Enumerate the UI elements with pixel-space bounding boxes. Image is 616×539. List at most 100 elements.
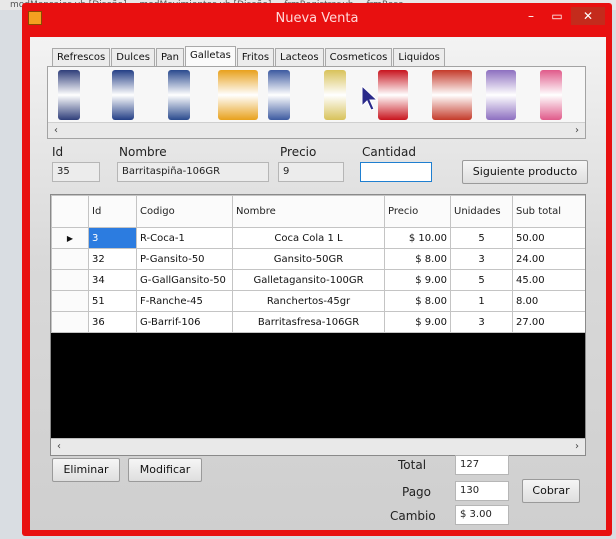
product-thumbnail[interactable]	[432, 70, 472, 120]
maximize-button[interactable]: ▭	[545, 7, 569, 25]
cell-nombre[interactable]: Ranchertos-45gr	[232, 290, 385, 312]
cell-id[interactable]: 32	[88, 248, 137, 270]
row-header[interactable]: ▶	[51, 227, 89, 249]
product-thumbnail[interactable]	[58, 70, 80, 120]
row-header[interactable]	[51, 311, 89, 333]
pago-field[interactable]: 130	[455, 481, 509, 501]
cell-unidades[interactable]: 5	[450, 227, 513, 249]
minimize-button[interactable]: –	[519, 7, 543, 25]
title-bar[interactable]: Nueva Venta – ▭ ✕	[22, 3, 612, 35]
current-row-arrow-icon: ▶	[66, 233, 74, 243]
venta-table: Id Codigo Nombre Precio Unidades Sub tot…	[51, 195, 585, 333]
product-thumbnail[interactable]	[540, 70, 562, 120]
cell-codigo[interactable]: P-Gansito-50	[136, 248, 233, 270]
grid-scrollbar[interactable]: ‹ ›	[51, 438, 585, 455]
product-thumbnail[interactable]	[324, 70, 346, 120]
cell-nombre[interactable]: Coca Cola 1 L	[232, 227, 385, 249]
cell-codigo[interactable]: G-Barrif-106	[136, 311, 233, 333]
cell-unidades[interactable]: 5	[450, 269, 513, 291]
cell-id[interactable]: 36	[88, 311, 137, 333]
row-header[interactable]	[51, 290, 89, 312]
tab-lacteos[interactable]: Lacteos	[275, 48, 324, 66]
product-thumbnail[interactable]	[218, 70, 258, 120]
cell-codigo[interactable]: F-Ranche-45	[136, 290, 233, 312]
cell-unidades[interactable]: 3	[450, 248, 513, 270]
nueva-venta-window: Nueva Venta – ▭ ✕ Refrescos Dulces Pan G…	[22, 3, 612, 536]
nombre-label: Nombre	[119, 145, 167, 159]
scroll-left-arrow-icon[interactable]: ‹	[48, 123, 64, 138]
cell-precio[interactable]: $ 10.00	[384, 227, 451, 249]
cell-id[interactable]: 34	[88, 269, 137, 291]
product-thumbnail[interactable]	[268, 70, 290, 120]
table-row[interactable]: 36 G-Barrif-106 Barritasfresa-106GR $ 9.00 3…	[51, 311, 585, 333]
eliminar-button[interactable]: Eliminar	[52, 458, 120, 482]
cell-nombre[interactable]: Galletagansito-100GR	[232, 269, 385, 291]
id-field[interactable]: 35	[52, 162, 100, 182]
row-header[interactable]	[51, 269, 89, 291]
cantidad-input[interactable]	[360, 162, 432, 182]
table-row[interactable]: ▶ 3 R-Coca-1 Coca Cola 1 L $ 10.00 5 50.00	[51, 227, 585, 249]
cell-unidades[interactable]: 1	[450, 290, 513, 312]
nombre-field[interactable]: Barritaspiña-106GR	[117, 162, 269, 182]
column-header-codigo[interactable]: Codigo	[136, 195, 233, 228]
column-header-subtotal[interactable]: Sub total	[512, 195, 585, 228]
cell-id[interactable]: 51	[88, 290, 137, 312]
column-header-precio[interactable]: Precio	[384, 195, 451, 228]
grid-scroll-left-arrow-icon[interactable]: ‹	[51, 439, 67, 454]
cell-nombre[interactable]: Barritasfresa-106GR	[232, 311, 385, 333]
cell-precio[interactable]: $ 8.00	[384, 248, 451, 270]
column-header-unidades[interactable]: Unidades	[450, 195, 513, 228]
cell-subtotal[interactable]: 50.00	[512, 227, 585, 249]
precio-field[interactable]: 9	[278, 162, 344, 182]
column-header-nombre[interactable]: Nombre	[232, 195, 385, 228]
cell-codigo[interactable]: R-Coca-1	[136, 227, 233, 249]
product-thumbnail[interactable]	[112, 70, 134, 120]
close-button[interactable]: ✕	[571, 7, 605, 25]
cell-codigo[interactable]: G-GallGansito-50	[136, 269, 233, 291]
modificar-button[interactable]: Modificar	[128, 458, 202, 482]
cantidad-label: Cantidad	[362, 145, 416, 159]
product-thumbnail[interactable]	[168, 70, 190, 120]
table-row[interactable]: 34 G-GallGansito-50 Galletagansito-100GR $ …	[51, 269, 585, 291]
product-thumbnail[interactable]	[486, 70, 516, 120]
table-row[interactable]: 51 F-Ranche-45 Ranchertos-45gr $ 8.00 1 8.00	[51, 290, 585, 312]
cell-precio[interactable]: $ 8.00	[384, 290, 451, 312]
row-header[interactable]	[51, 248, 89, 270]
tab-pan[interactable]: Pan	[155, 48, 184, 66]
column-header-id[interactable]: Id	[88, 195, 137, 228]
tab-dulces[interactable]: Dulces	[111, 48, 155, 66]
cobrar-button[interactable]: Cobrar	[522, 479, 580, 503]
row-header-corner	[51, 195, 89, 228]
cell-precio[interactable]: $ 9.00	[384, 311, 451, 333]
cell-subtotal[interactable]: 45.00	[512, 269, 585, 291]
cell-subtotal[interactable]: 27.00	[512, 311, 585, 333]
tab-galletas[interactable]: Galletas	[185, 46, 236, 66]
cell-precio[interactable]: $ 9.00	[384, 269, 451, 291]
precio-label: Precio	[280, 145, 317, 159]
product-strip-scrollbar[interactable]: ‹ ›	[48, 122, 585, 138]
cell-subtotal[interactable]: 24.00	[512, 248, 585, 270]
tab-cosmeticos[interactable]: Cosmeticos	[324, 48, 393, 66]
siguiente-producto-button[interactable]: Siguiente producto	[462, 160, 588, 184]
pago-label: Pago	[402, 485, 432, 499]
cell-unidades[interactable]: 3	[450, 311, 513, 333]
total-field[interactable]: 127	[455, 455, 509, 475]
cell-subtotal[interactable]: 8.00	[512, 290, 585, 312]
form-client-area: Refrescos Dulces Pan Galletas Fritos Lac…	[30, 37, 606, 530]
cambio-label: Cambio	[390, 509, 436, 523]
table-row[interactable]: 32 P-Gansito-50 Gansito-50GR $ 8.00 3 24.00	[51, 248, 585, 270]
tab-refrescos[interactable]: Refrescos	[52, 48, 111, 66]
cell-nombre[interactable]: Gansito-50GR	[232, 248, 385, 270]
venta-grid: Id Codigo Nombre Precio Unidades Sub tot…	[50, 194, 586, 456]
product-thumbnail[interactable]	[378, 70, 408, 120]
category-tabs: Refrescos Dulces Pan Galletas Fritos Lac…	[52, 46, 446, 66]
scroll-right-arrow-icon[interactable]: ›	[569, 123, 585, 138]
cambio-field[interactable]: $ 3.00	[455, 505, 509, 525]
id-label: Id	[52, 145, 64, 159]
mouse-cursor-icon	[361, 85, 379, 111]
grid-scroll-right-arrow-icon[interactable]: ›	[569, 439, 585, 454]
product-image-strip: ‹ ›	[47, 66, 586, 139]
tab-liquidos[interactable]: Liquidos	[393, 48, 445, 66]
cell-id[interactable]: 3	[88, 227, 137, 249]
tab-fritos[interactable]: Fritos	[236, 48, 275, 66]
